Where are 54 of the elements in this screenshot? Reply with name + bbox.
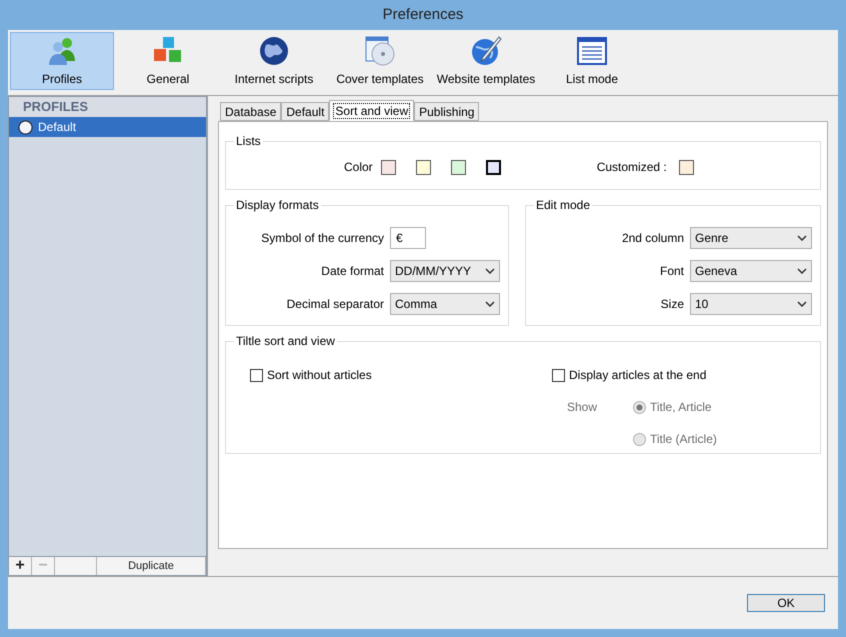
- checkbox-option[interactable]: Display articles at the end: [552, 366, 706, 384]
- group-title: Lists: [235, 133, 262, 150]
- dropdown[interactable]: Comma: [390, 293, 500, 315]
- group-title: Tiltle sort and view: [235, 333, 336, 350]
- list-header: PROFILES: [23, 98, 88, 116]
- list-icon: [576, 34, 608, 66]
- globe-pen-icon: [470, 34, 502, 66]
- chevron-down-icon: [485, 268, 495, 274]
- dropdown[interactable]: Genre: [690, 227, 812, 249]
- field-label: Decimal separator: [286, 296, 384, 313]
- toolbar-button[interactable]: Website templates: [434, 32, 538, 90]
- profile-item[interactable]: Default: [9, 117, 206, 137]
- toolbar-button[interactable]: Internet scripts: [222, 32, 326, 90]
- checkbox[interactable]: [552, 368, 565, 382]
- chevron-down-icon: [485, 301, 495, 307]
- field-label: Symbol of the currency: [260, 230, 384, 247]
- sidebar-button[interactable]: +: [9, 557, 32, 575]
- group-title: Edit mode: [535, 197, 592, 214]
- tab[interactable]: Publishing: [414, 102, 480, 121]
- dropdown[interactable]: DD/MM/YYYY: [390, 260, 500, 282]
- customized-label: Customized :: [596, 159, 667, 176]
- field-label: 2nd column: [620, 230, 684, 247]
- dropdown[interactable]: Geneva: [690, 260, 812, 282]
- disc-icon: [364, 34, 396, 66]
- checkbox-option[interactable]: Sort without articles: [250, 366, 552, 384]
- ok-button[interactable]: OK: [747, 594, 825, 612]
- toolbar-button[interactable]: Profiles: [10, 32, 114, 90]
- circle-icon: [18, 120, 33, 134]
- show-label: Show: [567, 399, 598, 416]
- tab[interactable]: Database: [220, 102, 282, 121]
- field-label: Font: [658, 263, 684, 280]
- text-field[interactable]: €: [390, 227, 426, 249]
- chevron-down-icon: [797, 268, 807, 274]
- color-label: Color: [344, 159, 373, 176]
- chevron-down-icon: [797, 301, 807, 307]
- color-swatch[interactable]: [380, 160, 396, 174]
- window-title: Preferences: [382, 4, 464, 25]
- color-swatch[interactable]: [678, 160, 694, 174]
- toolbar-button[interactable]: Cover templates: [328, 32, 432, 90]
- globe-icon: [258, 34, 290, 66]
- dropdown[interactable]: 10: [690, 293, 812, 315]
- toolbar-button[interactable]: General: [116, 32, 220, 90]
- color-swatch[interactable]: [486, 160, 501, 174]
- tab[interactable]: Default: [281, 102, 330, 121]
- group-title: Display formats: [235, 197, 320, 214]
- checkbox[interactable]: [250, 368, 263, 382]
- chevron-down-icon: [797, 235, 807, 241]
- color-swatch[interactable]: [450, 160, 466, 174]
- field-label: Date format: [320, 263, 384, 280]
- sidebar-button[interactable]: Duplicate: [97, 557, 206, 575]
- toolbar-button[interactable]: List mode: [540, 32, 644, 90]
- tab[interactable]: Sort and view: [329, 100, 414, 121]
- color-swatch[interactable]: [416, 160, 431, 174]
- field-label: Size: [660, 296, 684, 313]
